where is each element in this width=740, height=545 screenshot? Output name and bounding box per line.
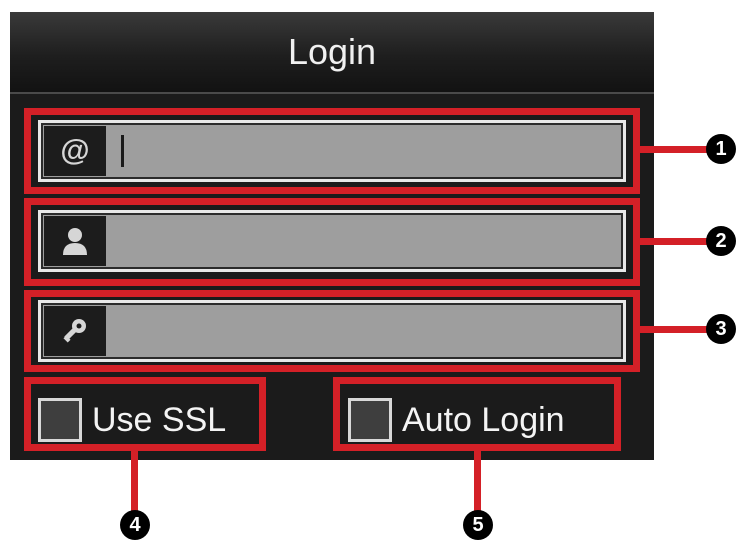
callout-badge-5: 5 [463, 510, 493, 540]
callout-line-5 [474, 451, 481, 515]
highlight-box-3 [24, 290, 640, 372]
callout-line-1 [640, 146, 712, 153]
highlight-box-5 [333, 377, 621, 451]
callout-line-3 [640, 326, 712, 333]
highlight-box-1 [24, 108, 640, 194]
callout-line-4 [131, 451, 138, 515]
dialog-title: Login [287, 31, 377, 72]
callout-badge-2: 2 [706, 226, 736, 256]
callout-badge-1: 1 [706, 134, 736, 164]
callout-line-2 [640, 238, 712, 245]
callout-badge-3: 3 [706, 314, 736, 344]
callout-badge-4: 4 [120, 510, 150, 540]
title-bar: Login [10, 12, 654, 94]
highlight-box-4 [24, 377, 266, 451]
highlight-box-2 [24, 198, 640, 286]
